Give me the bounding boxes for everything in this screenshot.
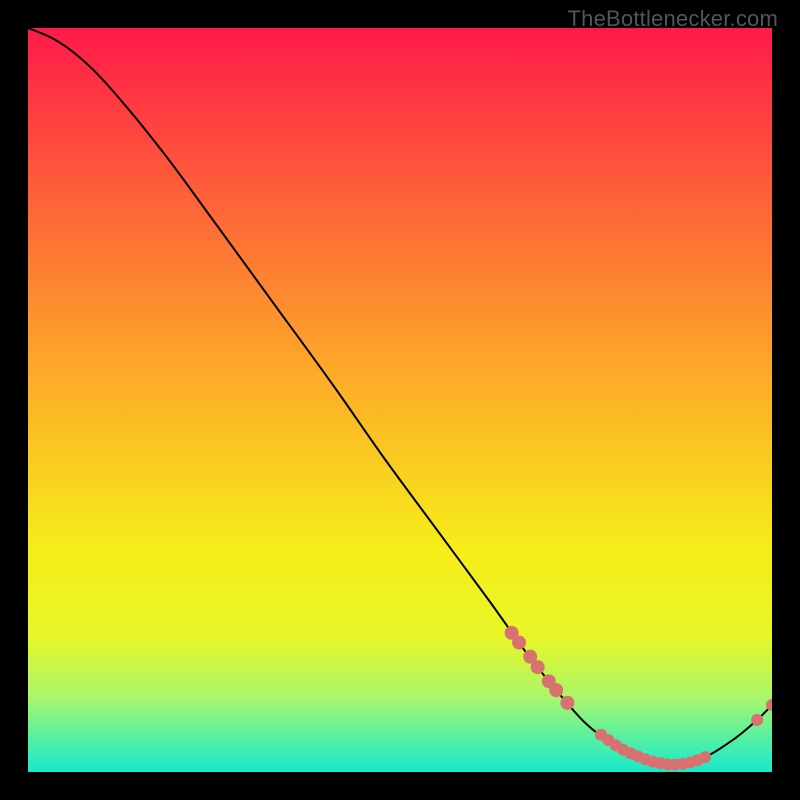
data-point bbox=[560, 696, 574, 710]
chart-svg bbox=[28, 28, 772, 772]
data-point bbox=[549, 683, 563, 697]
chart-container: TheBottlenecker.com bbox=[0, 0, 800, 800]
data-point bbox=[699, 751, 711, 763]
plot-area bbox=[28, 28, 772, 772]
data-point bbox=[751, 714, 763, 726]
data-point bbox=[512, 636, 526, 650]
gradient-background bbox=[28, 28, 772, 772]
data-point bbox=[531, 660, 545, 674]
